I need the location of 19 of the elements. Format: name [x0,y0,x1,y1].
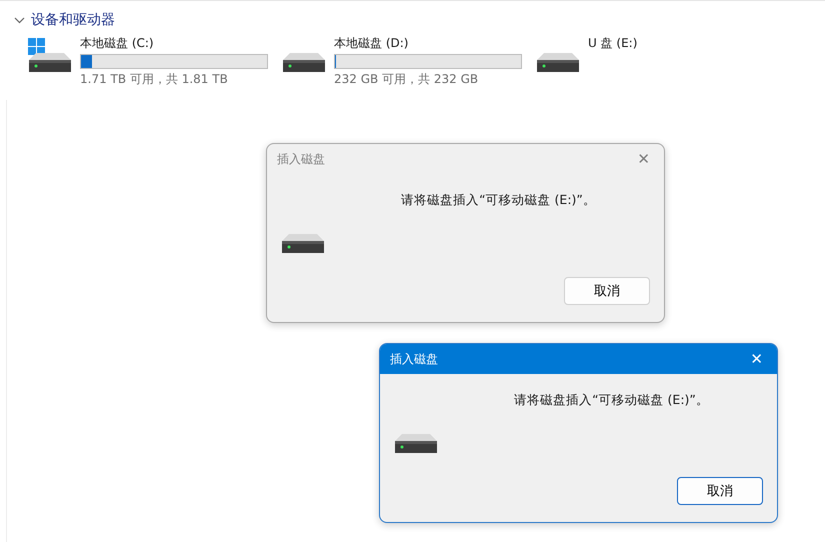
dialog-message: 请将磁盘插入“可移动磁盘 (E:)”。 [513,391,710,409]
drive-icon [282,53,326,72]
drive-name[interactable]: 本地磁盘 (D:) [334,35,522,52]
drive-icon [281,234,325,253]
close-button[interactable]: ✕ [746,350,767,368]
dialog-message: 请将磁盘插入“可移动磁盘 (E:)”。 [400,191,597,209]
drive-name[interactable]: 本地磁盘 (C:) [80,35,268,52]
drive-info: 1.71 TB 可用，共 1.81 TB [80,71,229,88]
dialog-title: 插入磁盘 [390,350,438,368]
drive-icon [394,434,438,453]
drive-info: 232 GB 可用，共 232 GB [334,71,480,88]
dialog-title: 插入磁盘 [277,150,325,168]
chevron-icon[interactable] [14,14,25,26]
drive-name[interactable]: U 盘 (E:) [588,35,638,52]
drive-icon [536,53,580,72]
section-title: 设备和驱动器 [31,11,115,29]
drive-icon [28,53,72,72]
cancel-button[interactable]: 取消 [564,277,650,305]
cancel-button[interactable]: 取消 [677,477,763,505]
